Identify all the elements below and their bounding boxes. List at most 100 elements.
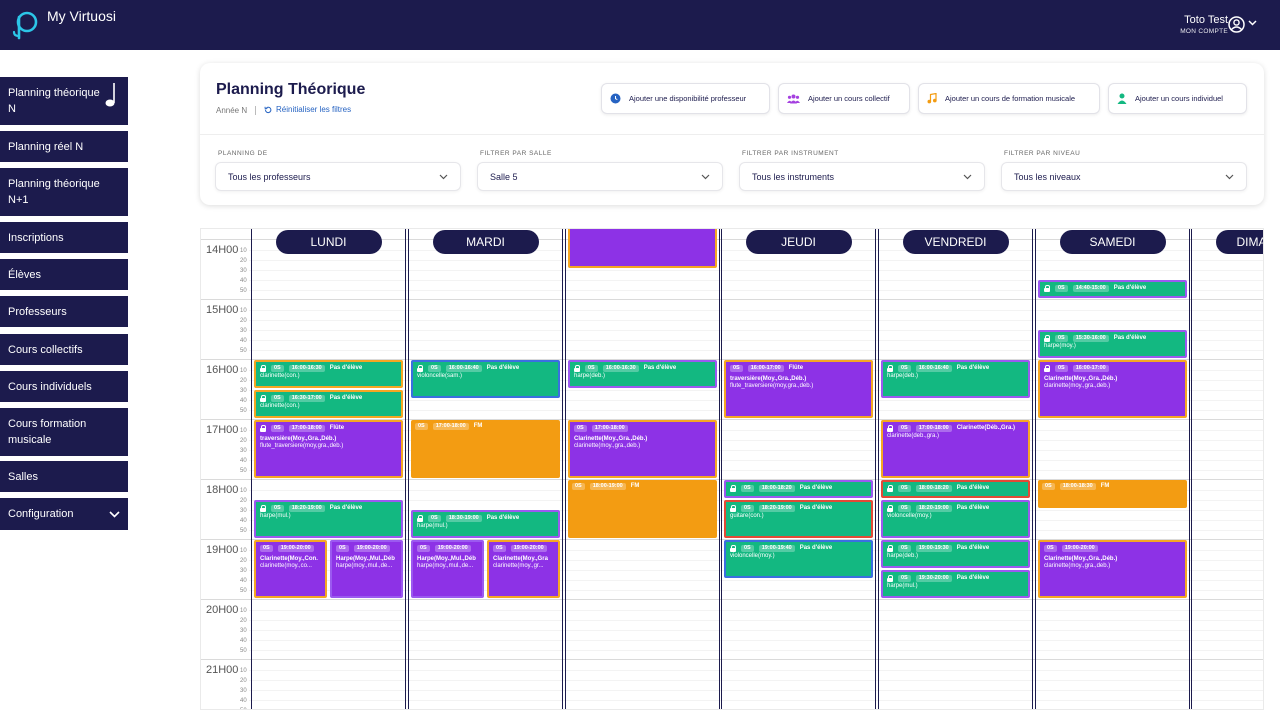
- course-event[interactable]: 0S 19:30-20:00 Pas d'élève harpe(mul.): [881, 570, 1030, 598]
- sidebar-item-label: Planning théorique N+1: [8, 178, 100, 206]
- minute-label: 20: [240, 618, 247, 624]
- course-event[interactable]: 0S 19:00-20:00 Harpe(Moy.,Mul.,Déb harpe(mo…: [411, 540, 484, 598]
- event-badge: 0S: [898, 425, 911, 432]
- minute-label: 40: [240, 458, 247, 464]
- event-header: 0S 18:00-19:00 FM: [572, 483, 713, 490]
- sidebar-item-configuration[interactable]: Configuration: [0, 498, 128, 530]
- event-label: Pas d'élève: [1113, 335, 1147, 341]
- add-individual-course-button[interactable]: Ajouter un cours individuel: [1108, 83, 1247, 114]
- sidebar-item-cours-collectifs[interactable]: Cours collectifs: [0, 334, 128, 365]
- course-event[interactable]: 0S 19:00-19:40 Pas d'élève violoncelle(moy.…: [724, 540, 873, 578]
- lock-icon: [1044, 285, 1050, 292]
- event-time: 19:00-20:00: [353, 545, 390, 552]
- event-detail: violoncelle(moy.): [730, 553, 775, 559]
- course-event[interactable]: 0S 19:00-20:00 Clarinette(Moy.,Gra.,Déb.) c…: [1038, 540, 1187, 598]
- course-event[interactable]: 0S 18:00-19:00 FM: [568, 480, 717, 538]
- lock-icon: [730, 545, 736, 552]
- event-header: 0S 16:00-17:00 Flûte: [730, 365, 867, 372]
- event-badge: 0S: [898, 365, 911, 372]
- course-event[interactable]: 0S 18:20-19:00 Pas d'élève harpe(mul.): [254, 500, 403, 538]
- hour-label: 14H00: [206, 244, 239, 256]
- minute-label: 40: [240, 278, 247, 284]
- event-label: Pas d'élève: [329, 395, 363, 401]
- minute-label: 20: [240, 318, 247, 324]
- hour-label: 17H00: [206, 424, 239, 436]
- course-event[interactable]: 0S 18:00-18:20 Pas d'élève: [881, 480, 1030, 498]
- sidebar-item-professeurs[interactable]: Professeurs: [0, 296, 128, 327]
- day-header: DIMANCHE: [1215, 230, 1263, 254]
- button-label: Ajouter un cours de formation musicale: [945, 94, 1076, 103]
- select-value: Tous les professeurs: [228, 171, 311, 182]
- course-event[interactable]: 0S 16:00-16:40 Pas d'élève violoncelle(sam.…: [411, 360, 560, 398]
- event-detail: clarinette(moy.,gra.,deb.): [1044, 383, 1111, 389]
- course-event[interactable]: 0S 16:00-17:00 Clarinette(Moy.,Gra.,Déb.) c…: [1038, 360, 1187, 418]
- course-event[interactable]: 0S 17:00-18:00 FM: [411, 420, 560, 478]
- course-event[interactable]: 0S 14:40-15:00 Pas d'élève: [1038, 280, 1187, 298]
- course-event[interactable]: 0S 18:20-19:00 Pas d'élève violoncelle(moy.…: [881, 500, 1030, 538]
- sidebar-item-label: Professeurs: [8, 305, 67, 318]
- course-event[interactable]: 0S 17:00-18:00 Clarinette(Moy.,Gra.,Déb.) c…: [568, 420, 717, 478]
- minute-label: 40: [240, 578, 247, 584]
- course-event[interactable]: 0S 16:00-16:30 Pas d'élève harpe(deb.): [568, 360, 717, 388]
- sidebar-item-planning-reel-n[interactable]: Planning réel N: [0, 131, 128, 162]
- course-event[interactable]: [568, 229, 717, 268]
- level-filter-select[interactable]: Tous les niveaux: [1001, 162, 1247, 191]
- course-event[interactable]: 0S 18:30-19:00 Pas d'élève harpe(mul.): [411, 510, 560, 538]
- event-detail: flute_traversiere(moy,gra.,deb.): [730, 383, 814, 389]
- sidebar-item-eleves[interactable]: Élèves: [0, 259, 128, 290]
- course-event[interactable]: 0S 17:00-18:00 Clarinette(Déb.,Gra.) clarin…: [881, 420, 1030, 478]
- course-event[interactable]: 0S 16:00-17:00 Flûte traversière(Moy.,Gra.,…: [724, 360, 873, 418]
- logo-icon[interactable]: [10, 9, 40, 41]
- event-badge: 0S: [1055, 365, 1068, 372]
- course-event[interactable]: 0S 16:00-16:40 Pas d'élève harpe(deb.): [881, 360, 1030, 398]
- event-label: Pas d'élève: [956, 545, 990, 551]
- minute-marks: 10 20 30 40 50: [240, 666, 247, 709]
- course-event[interactable]: 0S 19:00-20:00 Harpe(Moy.,Mul.,Déb harpe(mo…: [330, 540, 403, 598]
- course-event[interactable]: 0S 18:20-19:00 Pas d'élève guitare(con.): [724, 500, 873, 538]
- add-music-training-course-button[interactable]: Ajouter un cours de formation musicale: [918, 83, 1100, 114]
- sidebar-item-planning-theorique-n1[interactable]: Planning théorique N+1: [0, 168, 128, 216]
- lock-icon: [887, 485, 893, 492]
- minute-label: 20: [240, 378, 247, 384]
- sidebar-item-salles[interactable]: Salles: [0, 461, 128, 492]
- course-event[interactable]: 0S 18:00-18:20 Pas d'élève: [724, 480, 873, 498]
- event-badge: 0S: [741, 505, 754, 512]
- course-event[interactable]: 0S 16:30-17:00 Pas d'élève clarinette(con.): [254, 390, 403, 418]
- course-event[interactable]: 0S 15:30-16:00 Pas d'élève harpe(moy.): [1038, 330, 1187, 358]
- course-event[interactable]: 0S 19:00-20:00 Clarinette(Moy.,Con. clarine…: [254, 540, 327, 598]
- planning-de-select[interactable]: Tous les professeurs: [215, 162, 461, 191]
- event-badge: 0S: [898, 545, 911, 552]
- sidebar-item-cours-individuels[interactable]: Cours individuels: [0, 371, 128, 402]
- sidebar-item-inscriptions[interactable]: Inscriptions: [0, 222, 128, 253]
- event-header: 0S 18:20-19:00 Pas d'élève: [730, 505, 867, 512]
- event-badge: 0S: [1042, 483, 1055, 490]
- event-label: Pas d'élève: [799, 545, 833, 551]
- sidebar-item-planning-theorique-n[interactable]: Planning théorique N: [0, 77, 128, 125]
- add-teacher-availability-button[interactable]: Ajouter une disponibilité professeur: [601, 83, 770, 114]
- instrument-filter-select[interactable]: Tous les instruments: [739, 162, 985, 191]
- sidebar-item-cours-formation-musicale[interactable]: Cours formation musicale: [0, 408, 128, 456]
- chevron-down-icon: [963, 174, 972, 179]
- event-label: Pas d'élève: [329, 365, 363, 371]
- event-time: 17:00-18:00: [915, 425, 952, 432]
- course-event[interactable]: 0S 17:00-18:00 Flûte traversière(Moy.,Gra.,…: [254, 420, 403, 478]
- event-header: 0S 19:00-19:30 Pas d'élève: [887, 545, 1024, 552]
- add-group-course-button[interactable]: Ajouter un cours collectif: [778, 83, 910, 114]
- course-event[interactable]: 0S 16:00-16:30 Pas d'élève clarinette(con.): [254, 360, 403, 388]
- minute-label: 50: [240, 528, 247, 534]
- course-event[interactable]: 0S 18:00-18:30 FM: [1038, 480, 1187, 508]
- chevron-down-icon: [1225, 174, 1234, 179]
- event-header: 0S 16:00-17:00: [1044, 365, 1181, 372]
- account-circle-icon[interactable]: [1228, 16, 1245, 33]
- reset-filters-link[interactable]: Réinitialiser les filtres: [264, 105, 351, 114]
- user-account[interactable]: Toto Test MON COMPTE: [1180, 14, 1228, 35]
- event-header: 0S 19:00-20:00: [417, 545, 478, 552]
- room-filter-select[interactable]: Salle 5: [477, 162, 723, 191]
- event-course: Harpe(Moy.,Mul.,Déb: [417, 556, 476, 562]
- chevron-down-icon[interactable]: [1248, 20, 1257, 26]
- minute-label: 50: [240, 648, 247, 654]
- course-event[interactable]: 0S 19:00-20:00 Clarinette(Moy.,Gra clarinet…: [487, 540, 560, 598]
- course-event[interactable]: 0S 19:00-19:30 Pas d'élève harpe(deb.): [881, 540, 1030, 568]
- event-header: 0S 19:00-20:00: [336, 545, 397, 552]
- event-time: 18:20-19:00: [915, 505, 952, 512]
